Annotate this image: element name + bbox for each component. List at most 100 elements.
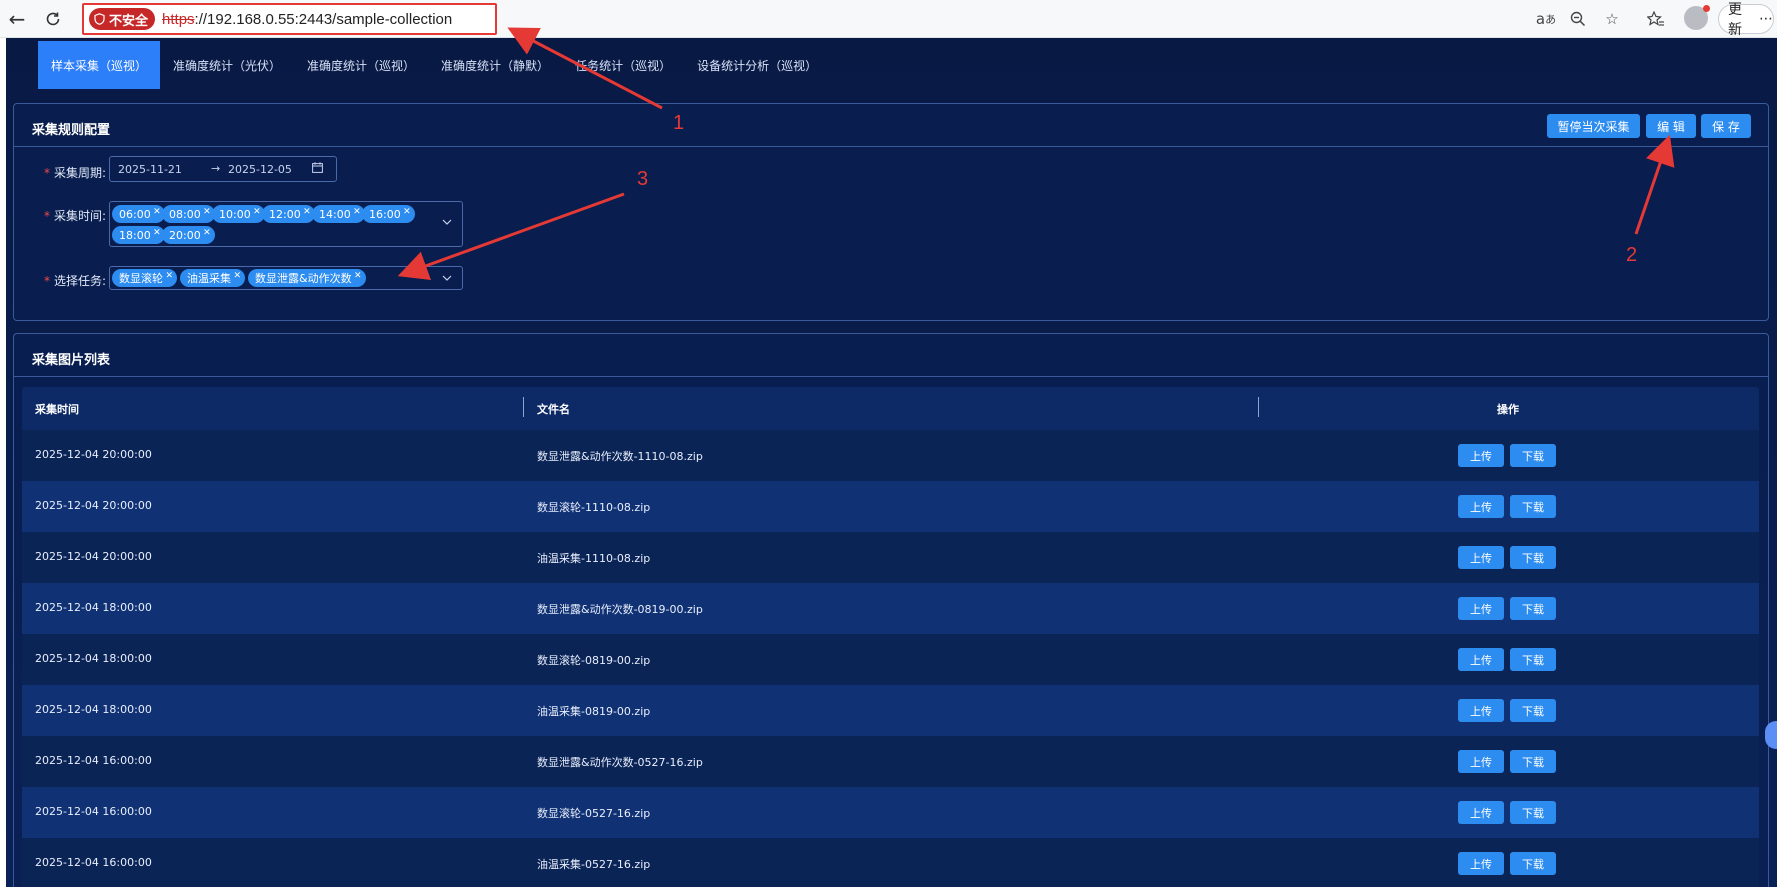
cell-filename: 数显泄露&动作次数-0819-00.zip [537, 603, 703, 616]
cell-filename: 数显泄露&动作次数-1110-08.zip [537, 450, 703, 463]
col-filename[interactable]: 文件名 [537, 401, 570, 417]
close-icon[interactable]: ✕ [353, 207, 361, 217]
close-icon[interactable]: ✕ [253, 207, 261, 217]
date-range-picker[interactable]: 2025-11-21 → 2025-12-05 [109, 156, 337, 182]
time-tag[interactable]: 08:00 ✕ [162, 205, 215, 223]
calendar-icon[interactable] [312, 162, 323, 176]
cell-filename: 数显泄露&动作次数-0527-16.zip [537, 756, 703, 769]
notification-dot [1703, 5, 1710, 12]
cell-filename: 油温采集-0819-00.zip [537, 705, 651, 718]
download-button[interactable]: 下载 [1510, 495, 1556, 518]
upload-button[interactable]: 上传 [1458, 597, 1504, 620]
download-button[interactable]: 下载 [1510, 750, 1556, 773]
close-icon[interactable]: ✕ [354, 271, 362, 281]
download-button[interactable]: 下载 [1510, 801, 1556, 824]
tab-sample-collection[interactable]: 样本采集（巡视） [38, 41, 161, 89]
close-icon[interactable]: ✕ [303, 207, 311, 217]
table-row: 2025-12-04 18:00:00 数显泄露&动作次数-0819-00.zip… [22, 583, 1759, 634]
download-button[interactable]: 下载 [1510, 852, 1556, 875]
col-separator[interactable] [523, 397, 524, 417]
download-button[interactable]: 下载 [1510, 597, 1556, 620]
close-icon[interactable]: ✕ [203, 228, 211, 238]
read-aloud-icon[interactable]: aあ [1534, 7, 1558, 31]
address-bar[interactable]: 不安全 https://192.168.0.55:2443/sample-col… [82, 3, 497, 35]
time-label: * 采集时间: [44, 209, 107, 223]
annotation-number-1: 1 [673, 112, 685, 134]
update-button[interactable]: 更新 ⋯ [1718, 2, 1774, 38]
chevron-down-icon[interactable] [442, 273, 452, 284]
edit-button[interactable]: 编 辑 [1646, 114, 1696, 138]
task-tag[interactable]: 数显滚轮 ✕ [112, 269, 177, 287]
config-divider [14, 146, 1768, 147]
time-tag[interactable]: 20:00 ✕ [162, 226, 215, 244]
close-icon[interactable]: ✕ [153, 228, 161, 238]
refresh-icon[interactable] [40, 6, 66, 32]
list-divider [14, 376, 1768, 377]
table-row: 2025-12-04 16:00:00 油温采集-0527-16.zip 上传 下载 [22, 838, 1759, 887]
time-tag[interactable]: 06:00 ✕ [112, 205, 165, 223]
config-title: 采集规则配置 [32, 123, 111, 138]
close-icon[interactable]: ✕ [233, 271, 241, 281]
time-tag[interactable]: 18:00 ✕ [112, 226, 165, 244]
download-button[interactable]: 下载 [1510, 648, 1556, 671]
chevron-down-icon[interactable] [442, 217, 452, 228]
profile-avatar[interactable] [1684, 5, 1710, 30]
security-badge[interactable]: 不安全 [89, 8, 156, 30]
close-icon[interactable]: ✕ [153, 207, 161, 217]
table-row: 2025-12-04 18:00:00 油温采集-0819-00.zip 上传 下载 [22, 685, 1759, 736]
close-icon[interactable]: ✕ [203, 207, 211, 217]
upload-button[interactable]: 上传 [1458, 852, 1504, 875]
download-button[interactable]: 下载 [1510, 699, 1556, 722]
cell-time: 2025-12-04 18:00:00 [35, 601, 152, 614]
upload-button[interactable]: 上传 [1458, 648, 1504, 671]
pause-collection-button[interactable]: 暂停当次采集 [1547, 114, 1640, 138]
cell-time: 2025-12-04 20:00:00 [35, 448, 152, 461]
close-icon[interactable]: ✕ [403, 207, 411, 217]
period-end[interactable]: 2025-12-05 [228, 163, 292, 176]
tab-accuracy-patrol[interactable]: 准确度统计（巡视） [294, 41, 428, 89]
table-row: 2025-12-04 20:00:00 数显滚轮-1110-08.zip 上传 下载 [22, 481, 1759, 532]
tab-accuracy-pv[interactable]: 准确度统计（光伏） [160, 41, 294, 89]
task-tag[interactable]: 油温采集 ✕ [180, 269, 245, 287]
security-label: 不安全 [109, 13, 149, 29]
config-panel: 采集规则配置 暂停当次采集 编 辑 保 存 * 采集周期: 2025-11-21 … [13, 103, 1769, 321]
upload-button[interactable]: 上传 [1458, 546, 1504, 569]
upload-button[interactable]: 上传 [1458, 444, 1504, 467]
cell-filename: 油温采集-0527-16.zip [537, 858, 651, 871]
tab-task-stats[interactable]: 任务统计（巡视） [562, 41, 684, 89]
time-tag[interactable]: 14:00 ✕ [312, 205, 365, 223]
table-row: 2025-12-04 16:00:00 数显泄露&动作次数-0527-16.zip… [22, 736, 1759, 787]
upload-button[interactable]: 上传 [1458, 750, 1504, 773]
nav-tabs: 样本采集（巡视） 准确度统计（光伏） 准确度统计（巡视） 准确度统计（静默） 任… [38, 41, 830, 89]
col-time[interactable]: 采集时间 [35, 401, 79, 417]
annotation-number-3: 3 [637, 168, 649, 190]
col-separator[interactable] [1258, 397, 1259, 417]
tab-accuracy-silent[interactable]: 准确度统计（静默） [428, 41, 562, 89]
time-multiselect[interactable]: 06:00 ✕ 08:00 ✕ 10:00 ✕ 12:00 ✕ 14:00 ✕ 16:00… [109, 201, 463, 247]
back-icon[interactable]: ← [4, 6, 30, 32]
download-button[interactable]: 下载 [1510, 444, 1556, 467]
task-tag[interactable]: 数显泄露&动作次数 ✕ [248, 269, 366, 287]
period-start[interactable]: 2025-11-21 [118, 163, 182, 176]
time-tag[interactable]: 10:00 ✕ [212, 205, 265, 223]
tab-device-stats[interactable]: 设备统计分析（巡视） [684, 41, 830, 89]
table-row: 2025-12-04 20:00:00 数显泄露&动作次数-1110-08.zip… [22, 430, 1759, 481]
url-text[interactable]: https://192.168.0.55:2443/sample-collect… [162, 11, 452, 28]
upload-button[interactable]: 上传 [1458, 801, 1504, 824]
table-row: 2025-12-04 16:00:00 数显滚轮-0527-16.zip 上传 下载 [22, 787, 1759, 838]
table-row: 2025-12-04 18:00:00 数显滚轮-0819-00.zip 上传 下载 [22, 634, 1759, 685]
close-icon[interactable]: ✕ [165, 271, 173, 281]
download-button[interactable]: 下载 [1510, 546, 1556, 569]
zoom-icon[interactable] [1566, 7, 1590, 31]
favorite-star-icon[interactable]: ☆ [1600, 7, 1624, 31]
task-multiselect[interactable]: 数显滚轮 ✕ 油温采集 ✕ 数显泄露&动作次数 ✕ [109, 266, 463, 290]
upload-button[interactable]: 上传 [1458, 495, 1504, 518]
upload-button[interactable]: 上传 [1458, 699, 1504, 722]
scroll-handle[interactable] [1765, 721, 1777, 749]
time-tag[interactable]: 16:00 ✕ [362, 205, 415, 223]
favorites-list-icon[interactable] [1644, 7, 1668, 31]
save-button[interactable]: 保 存 [1701, 114, 1751, 138]
cell-time: 2025-12-04 16:00:00 [35, 856, 152, 869]
cell-filename: 数显滚轮-0527-16.zip [537, 807, 651, 820]
time-tag[interactable]: 12:00 ✕ [262, 205, 315, 223]
